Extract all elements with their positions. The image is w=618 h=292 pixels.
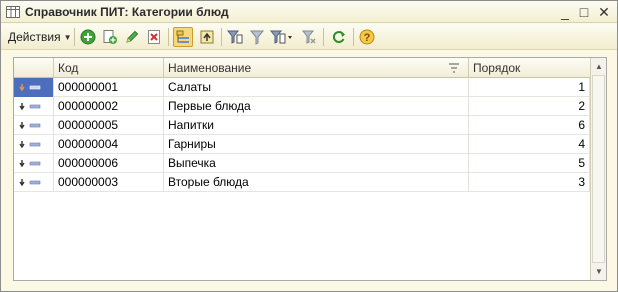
catalog-window: Справочник ПИТ: Категории блюд _ □ ✕ Дей… — [0, 0, 618, 292]
level-up-button[interactable] — [197, 27, 217, 47]
table-row[interactable]: 000000006 Выпечка 5 — [14, 154, 590, 173]
svg-text:?: ? — [364, 32, 371, 44]
header-name[interactable]: Наименование — [164, 58, 469, 78]
arrow-up-icon: ▲ — [595, 62, 603, 71]
code-cell: 000000001 — [54, 78, 164, 97]
filter-by-value-button[interactable] — [225, 27, 245, 47]
window-title: Справочник ПИТ: Категории блюд — [25, 5, 229, 19]
name-cell: Первые блюда — [164, 97, 469, 116]
filter-icon — [249, 30, 265, 45]
sort-filter-icon[interactable] — [448, 62, 460, 74]
arrow-down-icon: ▼ — [595, 267, 603, 276]
actions-label: Действия — [8, 30, 61, 44]
delete-icon — [148, 30, 160, 44]
name-cell: Вторые блюда — [164, 173, 469, 192]
clear-filter-button[interactable] — [299, 27, 319, 47]
name-cell: Напитки — [164, 116, 469, 135]
maximize-icon: □ — [579, 4, 589, 20]
element-icon — [19, 122, 41, 130]
header-order-label: Порядок — [473, 61, 521, 75]
toolbar-separator — [74, 28, 75, 46]
refresh-icon — [333, 31, 345, 43]
scroll-down-button[interactable]: ▼ — [591, 263, 607, 280]
close-icon: ✕ — [598, 3, 610, 20]
header-order[interactable]: Порядок — [469, 58, 590, 78]
row-icon-cell — [14, 135, 54, 154]
toolbar-separator — [221, 28, 222, 46]
header-icon-column — [14, 58, 54, 78]
row-icon-cell — [14, 116, 54, 135]
name-cell: Выпечка — [164, 154, 469, 173]
table-header: Код Наименование Порядок — [14, 58, 590, 78]
header-code[interactable]: Код — [54, 58, 164, 78]
order-cell: 2 — [469, 97, 590, 116]
scroll-up-button[interactable]: ▲ — [591, 58, 607, 75]
add-button[interactable] — [78, 27, 98, 47]
edit-button[interactable] — [122, 27, 142, 47]
header-code-label: Код — [58, 61, 79, 75]
filter-dropdown-button[interactable] — [269, 27, 295, 47]
hierarchy-button[interactable] — [173, 27, 193, 47]
element-icon — [19, 179, 41, 187]
order-cell: 6 — [469, 116, 590, 135]
filter-by-value-icon — [227, 30, 243, 44]
minimize-button[interactable]: _ — [557, 4, 573, 20]
row-icon-cell — [14, 173, 54, 192]
add-icon — [80, 29, 96, 45]
filter-dropdown-icon — [270, 30, 292, 44]
maximize-button[interactable]: □ — [576, 4, 592, 20]
delete-button[interactable] — [144, 27, 164, 47]
table-row[interactable]: 000000002 Первые блюда 2 — [14, 97, 590, 116]
name-cell: Салаты — [164, 78, 469, 97]
code-cell: 000000006 — [54, 154, 164, 173]
order-cell: 4 — [469, 135, 590, 154]
row-icon-cell — [14, 97, 54, 116]
header-name-label: Наименование — [168, 61, 252, 75]
help-icon: ? — [359, 29, 375, 45]
element-icon — [19, 160, 41, 168]
copy-button[interactable] — [100, 27, 120, 47]
row-icon-cell — [14, 78, 54, 97]
code-cell: 000000005 — [54, 116, 164, 135]
table-row[interactable]: 000000001 Салаты 1 — [14, 78, 590, 97]
element-icon — [19, 84, 41, 92]
actions-menu-button[interactable]: Действия ▼ — [5, 28, 75, 46]
filter-button[interactable] — [247, 27, 267, 47]
table-row[interactable]: 000000005 Напитки 6 — [14, 116, 590, 135]
toolbar-separator — [323, 28, 324, 46]
table-row[interactable]: 000000003 Вторые блюда 3 — [14, 173, 590, 192]
scroll-thumb[interactable] — [592, 75, 605, 263]
level-up-icon — [200, 30, 214, 44]
chevron-down-icon: ▼ — [63, 32, 72, 42]
element-icon — [19, 103, 41, 111]
name-cell: Гарниры — [164, 135, 469, 154]
order-cell: 5 — [469, 154, 590, 173]
categories-table[interactable]: Код Наименование Порядок 000000001 Салат… — [13, 57, 607, 281]
close-button[interactable]: ✕ — [596, 4, 612, 20]
minimize-icon: _ — [561, 4, 569, 20]
vertical-scrollbar[interactable]: ▲ ▼ — [590, 58, 606, 280]
row-icon-cell — [14, 154, 54, 173]
code-cell: 000000003 — [54, 173, 164, 192]
table-row[interactable]: 000000004 Гарниры 4 — [14, 135, 590, 154]
code-cell: 000000002 — [54, 97, 164, 116]
edit-icon — [126, 30, 139, 43]
hierarchy-icon — [176, 30, 189, 43]
title-bar[interactable]: Справочник ПИТ: Категории блюд _ □ ✕ — [1, 1, 617, 23]
copy-icon — [103, 30, 117, 44]
order-cell: 1 — [469, 78, 590, 97]
toolbar: Действия ▼ ? — [1, 24, 617, 50]
toolbar-separator — [168, 28, 169, 46]
clear-filter-icon — [301, 30, 316, 44]
code-cell: 000000004 — [54, 135, 164, 154]
refresh-button[interactable] — [329, 27, 349, 47]
toolbar-separator — [353, 28, 354, 46]
order-cell: 3 — [469, 173, 590, 192]
help-button[interactable]: ? — [357, 27, 377, 47]
element-icon — [19, 141, 41, 149]
table-icon — [6, 6, 20, 18]
